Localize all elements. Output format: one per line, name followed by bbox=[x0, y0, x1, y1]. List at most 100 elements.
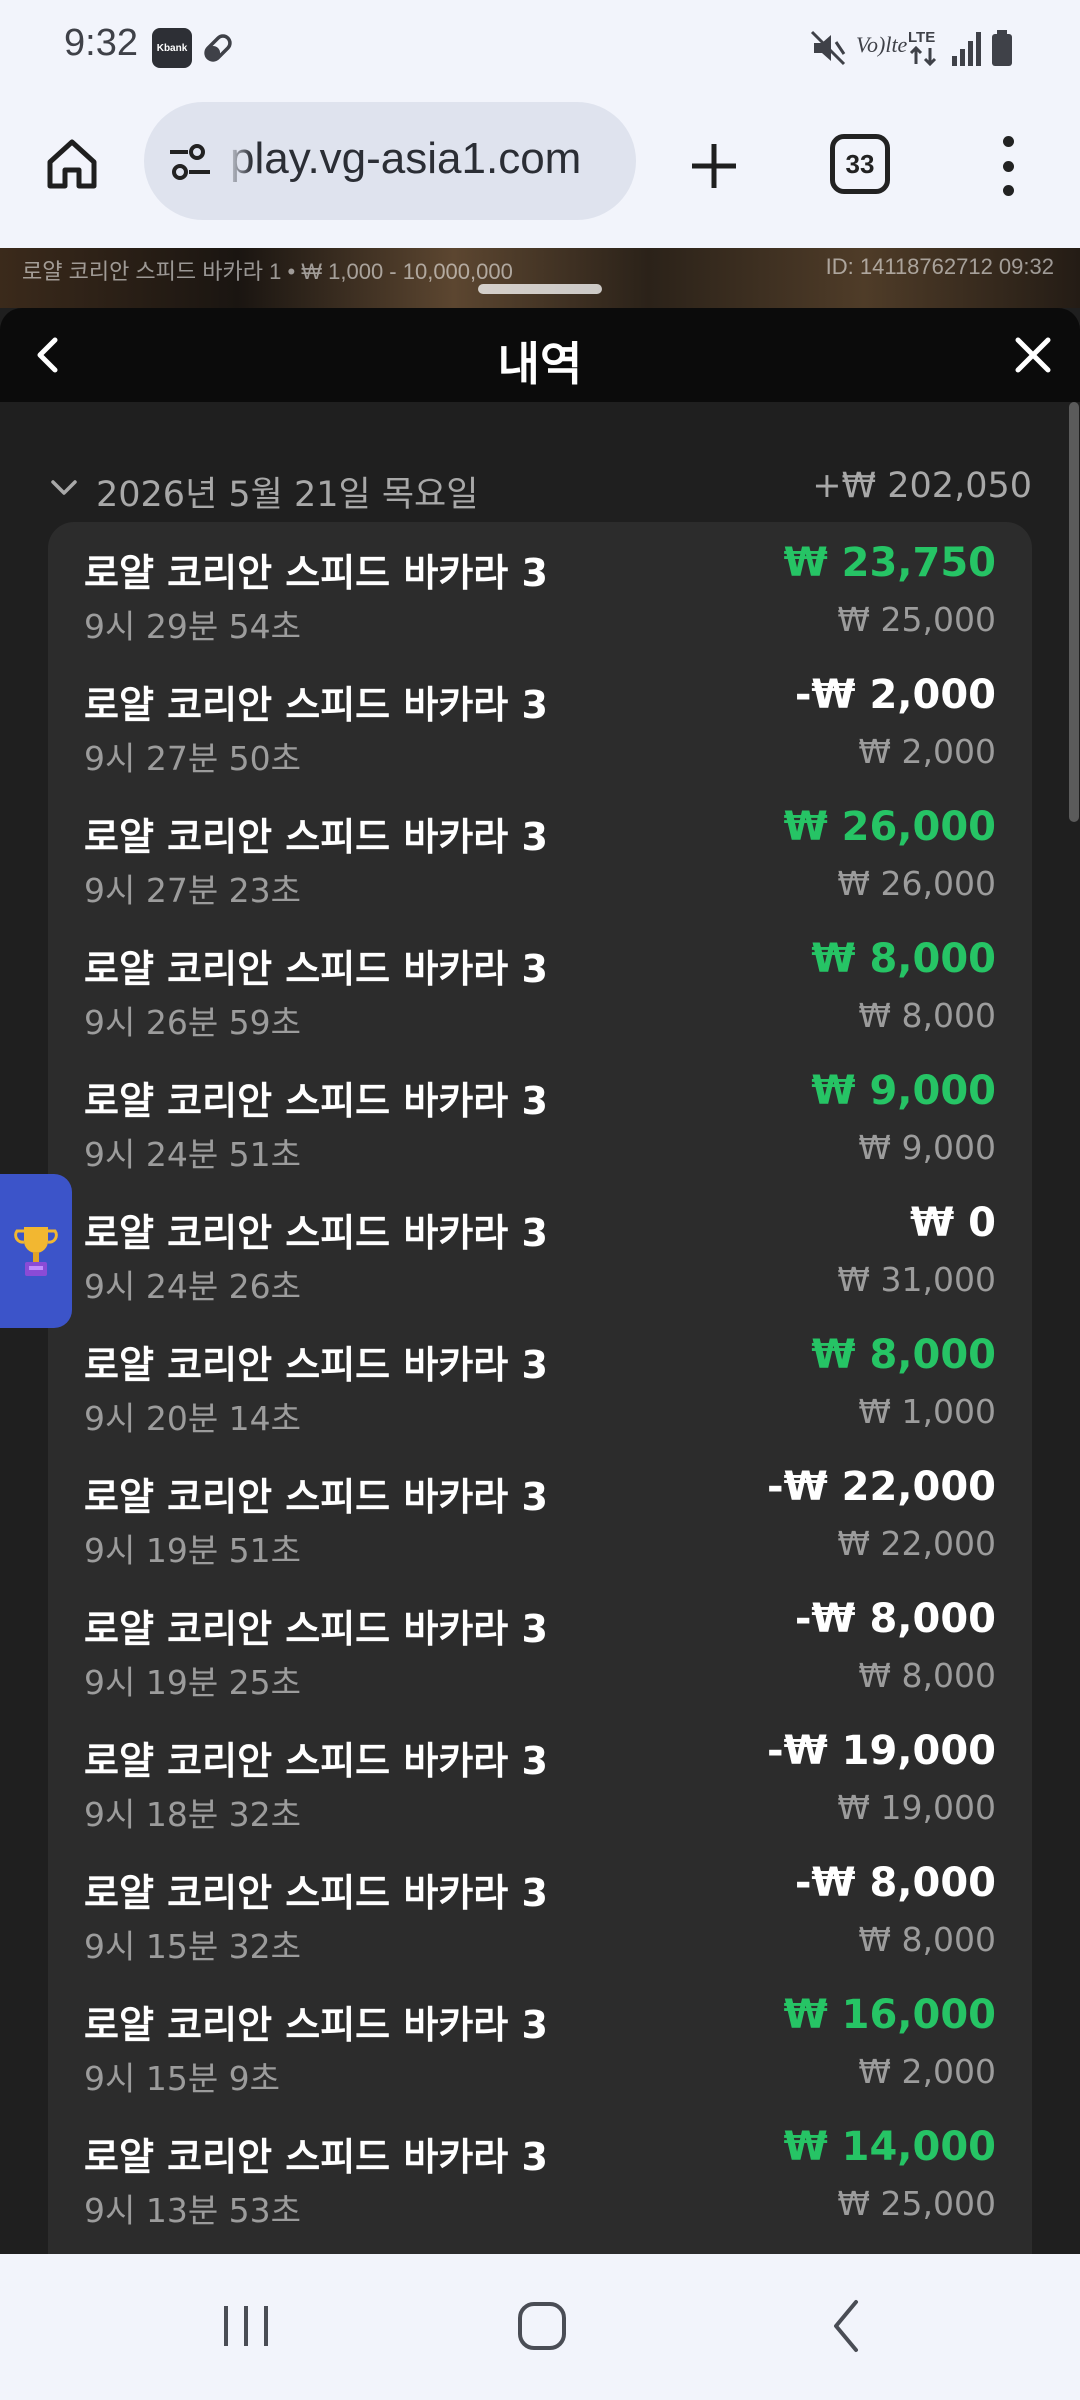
status-time: 9:32 bbox=[64, 22, 138, 64]
history-row[interactable]: 로얄 코리안 스피드 바카라 3 9시 15분 32초 -₩ 8,000 ₩ 8,00… bbox=[48, 1846, 1032, 1978]
game-name: 로얄 코리안 스피드 바카라 3 bbox=[84, 2003, 548, 2047]
back-chevron-icon[interactable] bbox=[818, 2296, 878, 2356]
history-panel-header: 내역 bbox=[0, 308, 1080, 402]
result-amount: -₩ 8,000 bbox=[794, 1596, 996, 1642]
history-row[interactable]: 로얄 코리안 스피드 바카라 3 9시 29분 54초 ₩ 23,750 ₩ 25,0… bbox=[48, 526, 1032, 658]
game-name: 로얄 코리안 스피드 바카라 3 bbox=[84, 1211, 548, 1255]
day-total: +₩ 202,050 bbox=[812, 466, 1032, 506]
url-text: play.vg-asia1.com bbox=[230, 134, 582, 183]
trophy-icon bbox=[14, 1227, 58, 1276]
history-panel-body: 2026년 5월 21일 목요일 +₩ 202,050 로얄 코리안 스피드 바… bbox=[0, 402, 1080, 2254]
history-row[interactable]: 로얄 코리안 스피드 바카라 3 9시 24분 51초 ₩ 9,000 ₩ 9,000 bbox=[48, 1054, 1032, 1186]
bet-amount: ₩ 25,000 bbox=[837, 2184, 996, 2223]
round-time: 9시 20분 14초 bbox=[84, 1399, 302, 1438]
home-circle-icon[interactable] bbox=[512, 2296, 572, 2356]
round-time: 9시 26분 59초 bbox=[84, 1003, 302, 1042]
game-name: 로얄 코리안 스피드 바카라 3 bbox=[84, 1871, 548, 1915]
round-time: 9시 24분 26초 bbox=[84, 1267, 302, 1306]
volte-label: Vo)lte bbox=[856, 32, 908, 57]
history-row[interactable]: 로얄 코리안 스피드 바카라 3 9시 27분 23초 ₩ 26,000 ₩ 26,0… bbox=[48, 790, 1032, 922]
bet-amount: ₩ 8,000 bbox=[858, 1920, 996, 1959]
history-row[interactable]: 로얄 코리안 스피드 바카라 3 9시 20분 14초 ₩ 8,000 ₩ 1,000 bbox=[48, 1318, 1032, 1450]
result-amount: ₩ 14,000 bbox=[783, 2124, 996, 2170]
game-name: 로얄 코리안 스피드 바카라 3 bbox=[84, 1475, 548, 1519]
pill-icon bbox=[204, 34, 232, 62]
round-time: 9시 15분 32초 bbox=[84, 1927, 302, 1966]
close-icon[interactable] bbox=[1008, 330, 1058, 380]
result-amount: ₩ 16,000 bbox=[783, 1992, 996, 2038]
drag-handle[interactable] bbox=[478, 284, 602, 294]
tab-switcher-button[interactable]: 33 bbox=[830, 134, 890, 194]
bet-amount: ₩ 2,000 bbox=[858, 2052, 996, 2091]
game-name: 로얄 코리안 스피드 바카라 3 bbox=[84, 947, 548, 991]
history-row[interactable]: 로얄 코리안 스피드 바카라 3 9시 19분 25초 -₩ 8,000 ₩ 8,00… bbox=[48, 1582, 1032, 1714]
result-amount: -₩ 19,000 bbox=[766, 1728, 996, 1774]
panel-title: 내역 bbox=[497, 337, 583, 391]
day-label: 2026년 5월 21일 목요일 bbox=[96, 475, 479, 515]
recents-icon[interactable] bbox=[218, 2298, 274, 2354]
scrollbar-thumb[interactable] bbox=[1069, 402, 1079, 822]
result-amount: ₩ 8,000 bbox=[811, 1332, 996, 1378]
round-time: 9시 27분 23초 bbox=[84, 871, 302, 910]
result-amount: ₩ 0 bbox=[910, 1200, 996, 1246]
bet-amount: ₩ 25,000 bbox=[837, 600, 996, 639]
bet-amount: ₩ 1,000 bbox=[858, 1392, 996, 1431]
system-nav-bar bbox=[0, 2254, 1080, 2400]
result-amount: ₩ 23,750 bbox=[783, 540, 996, 586]
tune-icon[interactable] bbox=[166, 138, 214, 186]
signal-icon bbox=[952, 32, 981, 66]
game-name: 로얄 코리안 스피드 바카라 3 bbox=[84, 683, 548, 727]
result-amount: -₩ 2,000 bbox=[794, 672, 996, 718]
history-row[interactable]: 로얄 코리안 스피드 바카라 3 9시 26분 59초 ₩ 8,000 ₩ 8,000 bbox=[48, 922, 1032, 1054]
mute-icon bbox=[810, 30, 846, 66]
game-name: 로얄 코리안 스피드 바카라 3 bbox=[84, 2135, 548, 2179]
history-row[interactable]: 로얄 코리안 스피드 바카라 3 9시 13분 53초 ₩ 14,000 ₩ 25,0… bbox=[48, 2110, 1032, 2242]
round-time: 9시 24분 51초 bbox=[84, 1135, 302, 1174]
menu-icon[interactable] bbox=[984, 130, 1032, 202]
home-icon bbox=[47, 139, 97, 189]
url-fade bbox=[226, 122, 252, 202]
new-tab-button[interactable] bbox=[676, 128, 752, 204]
plus-icon bbox=[692, 144, 736, 188]
result-amount: -₩ 8,000 bbox=[794, 1860, 996, 1906]
round-time: 9시 19분 51초 bbox=[84, 1531, 302, 1570]
history-row[interactable]: 로얄 코리안 스피드 바카라 3 9시 27분 50초 -₩ 2,000 ₩ 2,00… bbox=[48, 658, 1032, 790]
trophy-tab[interactable] bbox=[0, 1174, 72, 1328]
browser-toolbar: play.vg-asia1.com 33 bbox=[0, 96, 1080, 248]
bet-amount: ₩ 31,000 bbox=[837, 1260, 996, 1299]
history-row[interactable]: 로얄 코리안 스피드 바카라 3 9시 24분 26초 ₩ 0 ₩ 31,000 bbox=[48, 1186, 1032, 1318]
game-round-id: ID: 14118762712 09:32 bbox=[825, 254, 1054, 279]
game-name: 로얄 코리안 스피드 바카라 3 bbox=[84, 815, 548, 859]
svg-text:LTE: LTE bbox=[908, 29, 935, 46]
game-name: 로얄 코리안 스피드 바카라 3 bbox=[84, 1607, 548, 1651]
bet-amount: ₩ 9,000 bbox=[858, 1128, 996, 1167]
game-name: 로얄 코리안 스피드 바카라 3 bbox=[84, 551, 548, 595]
status-bar: 9:32 Kbank Vo)lte LTE bbox=[0, 0, 1080, 96]
result-amount: ₩ 26,000 bbox=[783, 804, 996, 850]
round-time: 9시 27분 50초 bbox=[84, 739, 302, 778]
bet-amount: ₩ 26,000 bbox=[837, 864, 996, 903]
round-time: 9시 13분 53초 bbox=[84, 2191, 302, 2230]
game-info-strip: 로얄 코리안 스피드 바카라 1 • ₩ 1,000 - 10,000,000 … bbox=[0, 248, 1080, 308]
round-time: 9시 18분 32초 bbox=[84, 1795, 302, 1834]
home-button[interactable] bbox=[34, 126, 110, 202]
day-group-header[interactable]: 2026년 5월 21일 목요일 +₩ 202,050 bbox=[48, 458, 1032, 515]
bet-amount: ₩ 22,000 bbox=[837, 1524, 996, 1563]
round-time: 9시 29분 54초 bbox=[84, 607, 302, 646]
bet-amount: ₩ 19,000 bbox=[837, 1788, 996, 1827]
history-row[interactable]: 로얄 코리안 스피드 바카라 3 9시 18분 32초 -₩ 19,000 ₩ 19,… bbox=[48, 1714, 1032, 1846]
result-amount: ₩ 8,000 bbox=[811, 936, 996, 982]
game-name: 로얄 코리안 스피드 바카라 3 bbox=[84, 1343, 548, 1387]
lte-icon: LTE bbox=[908, 29, 937, 67]
result-amount: ₩ 9,000 bbox=[811, 1068, 996, 1114]
battery-icon bbox=[992, 30, 1012, 66]
bet-amount: ₩ 2,000 bbox=[858, 732, 996, 771]
chevron-down-icon bbox=[51, 480, 77, 495]
history-list: 로얄 코리안 스피드 바카라 3 9시 29분 54초 ₩ 23,750 ₩ 25,0… bbox=[48, 522, 1032, 2254]
game-name: 로얄 코리안 스피드 바카라 3 bbox=[84, 1739, 548, 1783]
history-row[interactable]: 로얄 코리안 스피드 바카라 3 9시 19분 51초 -₩ 22,000 ₩ 22,… bbox=[48, 1450, 1032, 1582]
result-amount: -₩ 22,000 bbox=[766, 1464, 996, 1510]
history-row[interactable]: 로얄 코리안 스피드 바카라 3 9시 15분 9초 ₩ 16,000 ₩ 2,000 bbox=[48, 1978, 1032, 2110]
address-bar[interactable]: play.vg-asia1.com bbox=[144, 102, 636, 220]
game-table-info: 로얄 코리안 스피드 바카라 1 • ₩ 1,000 - 10,000,000 bbox=[22, 259, 513, 284]
